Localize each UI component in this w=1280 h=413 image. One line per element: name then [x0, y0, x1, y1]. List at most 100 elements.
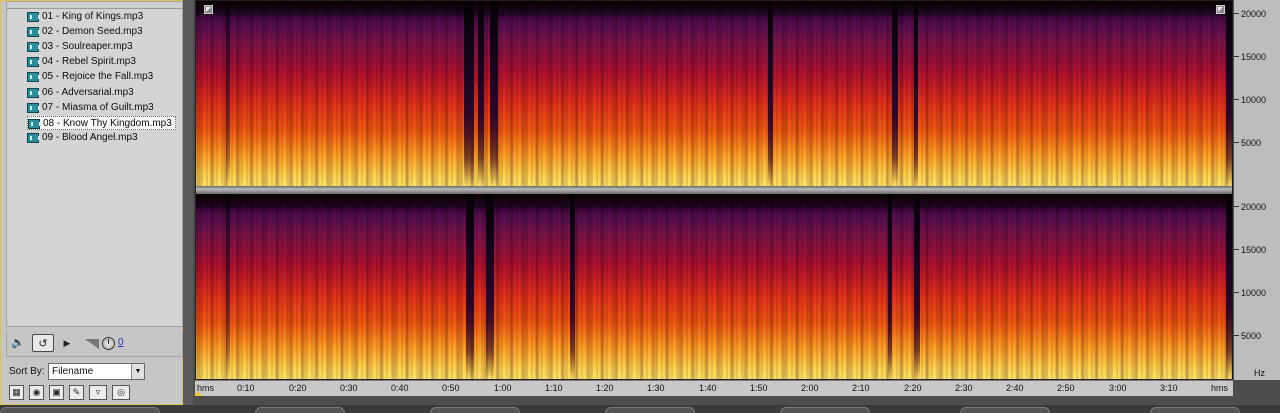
time-ruler[interactable]: hms 0:10 0:20 0:30 0:40 0:50 1:00 1:10 1…: [194, 380, 1233, 396]
hz-tick: [1234, 206, 1239, 207]
spectral-dip: [888, 194, 892, 379]
hz-label-5000: 5000: [1241, 138, 1262, 148]
volume-meter-icon: [85, 339, 99, 349]
time-label: 1:40: [699, 383, 717, 393]
chevron-down-icon[interactable]: ▼: [131, 364, 144, 379]
volume-value[interactable]: 0: [118, 336, 124, 350]
spectral-dip: [478, 1, 484, 186]
edit-file-button[interactable]: ✎: [69, 385, 84, 400]
sort-by-select[interactable]: Filename ▼: [48, 363, 145, 380]
panel-tab[interactable]: [960, 407, 1050, 413]
audio-file-icon: [27, 133, 40, 143]
right-channel-spectrogram[interactable]: [196, 194, 1232, 379]
time-label: 0:30: [340, 383, 358, 393]
record-button[interactable]: ◉: [29, 385, 44, 400]
play-button[interactable]: ▶: [61, 334, 73, 352]
file-label: 08 - Know Thy Kingdom.mp3: [43, 118, 172, 129]
hz-tick: [1234, 142, 1239, 143]
time-label: 2:10: [852, 383, 870, 393]
spectral-dip: [892, 1, 898, 186]
cd-button[interactable]: ◎: [112, 385, 130, 400]
speaker-icon[interactable]: 🔈: [11, 334, 25, 352]
time-label: 1:00: [494, 383, 512, 393]
file-label: 05 - Rejoice the Fall.mp3: [42, 71, 154, 82]
file-label: 02 - Demon Seed.mp3: [42, 26, 143, 37]
file-label: 07 - Miasma of Guilt.mp3: [42, 102, 154, 113]
hz-label-10000: 10000: [1241, 95, 1267, 105]
file-item-09[interactable]: 09 - Blood Angel.mp3: [27, 131, 141, 145]
filter-button[interactable]: ▿: [89, 385, 107, 400]
channel-divider[interactable]: [196, 186, 1232, 194]
sort-selected-value: Filename: [52, 366, 94, 377]
spectrogram-texture: [196, 1, 1232, 186]
funnel-icon: ▿: [95, 387, 101, 397]
panel-tab[interactable]: [0, 407, 160, 413]
time-label: 1:10: [545, 383, 563, 393]
file-item-07[interactable]: 07 - Miasma of Guilt.mp3: [27, 101, 157, 115]
audio-file-icon: [27, 103, 40, 113]
file-item-03[interactable]: 03 - Soulreaper.mp3: [27, 40, 136, 54]
circle-icon: ◉: [32, 387, 41, 397]
file-item-08[interactable]: 08 - Know Thy Kingdom.mp3: [27, 116, 176, 130]
cd-icon: ◎: [117, 387, 125, 397]
time-label: 0:20: [289, 383, 307, 393]
file-label: 09 - Blood Angel.mp3: [42, 132, 138, 143]
hz-unit-label: Hz: [1254, 368, 1265, 378]
spectral-dip: [768, 1, 773, 186]
time-label: 2:50: [1057, 383, 1075, 393]
time-label: 2:20: [904, 383, 922, 393]
file-item-02[interactable]: 02 - Demon Seed.mp3: [27, 25, 146, 39]
time-label: 0:50: [442, 383, 460, 393]
import-files-button[interactable]: ▦: [9, 385, 24, 400]
sort-by-label: Sort By:: [9, 366, 45, 377]
file-label: 04 - Rebel Spirit.mp3: [42, 56, 136, 67]
hz-tick: [1234, 56, 1239, 57]
corner-marker-icon[interactable]: [204, 5, 213, 14]
spectral-display[interactable]: [195, 0, 1233, 380]
hz-label-5000: 5000: [1241, 331, 1262, 341]
time-label: 2:30: [955, 383, 973, 393]
stop-button[interactable]: ▣: [49, 385, 64, 400]
spectral-dip: [914, 1, 918, 186]
hz-label-20000: 20000: [1241, 202, 1267, 212]
hz-tick: [1234, 335, 1239, 336]
loop-icon: ↺: [38, 338, 48, 350]
audio-file-icon: [27, 57, 40, 67]
file-item-01[interactable]: 01 - King of Kings.mp3: [27, 10, 146, 24]
hz-label-20000: 20000: [1241, 9, 1267, 19]
panel-tab[interactable]: [1150, 407, 1240, 413]
file-item-04[interactable]: 04 - Rebel Spirit.mp3: [27, 55, 139, 69]
hz-tick: [1234, 249, 1239, 250]
spectral-dip: [466, 194, 474, 379]
square-icon: ▣: [52, 387, 61, 397]
file-label: 06 - Adversarial.mp3: [42, 87, 134, 98]
file-list[interactable]: 01 - King of Kings.mp3 02 - Demon Seed.m…: [6, 1, 183, 327]
time-label: 0:10: [237, 383, 255, 393]
hz-tick: [1234, 13, 1239, 14]
volume-knob[interactable]: [102, 337, 115, 350]
bottom-panel-strip: [0, 405, 1280, 413]
corner-marker-icon[interactable]: [1216, 5, 1225, 14]
hz-tick: [1234, 99, 1239, 100]
panel-tab[interactable]: [780, 407, 870, 413]
loop-button[interactable]: ↺: [32, 334, 54, 352]
time-label: 1:30: [647, 383, 665, 393]
spectral-dip: [464, 1, 474, 186]
time-label: 3:10: [1160, 383, 1178, 393]
spectral-dip: [1226, 194, 1232, 379]
audio-file-icon: [27, 88, 40, 98]
audio-file-icon: [27, 27, 40, 37]
spectral-dip: [490, 1, 498, 186]
pencil-icon: ✎: [72, 387, 81, 397]
hz-label-10000: 10000: [1241, 288, 1267, 298]
left-channel-spectrogram[interactable]: [196, 1, 1232, 186]
frequency-ruler[interactable]: 20000 15000 10000 5000 20000 15000 10000…: [1234, 0, 1280, 380]
file-label: 03 - Soulreaper.mp3: [42, 41, 133, 52]
file-item-05[interactable]: 05 - Rejoice the Fall.mp3: [27, 70, 156, 84]
panel-tab[interactable]: [255, 407, 345, 413]
file-label: 01 - King of Kings.mp3: [42, 11, 144, 22]
file-item-06[interactable]: 06 - Adversarial.mp3: [27, 86, 137, 100]
spectral-dip: [570, 194, 575, 379]
panel-tab[interactable]: [430, 407, 520, 413]
panel-tab[interactable]: [605, 407, 695, 413]
